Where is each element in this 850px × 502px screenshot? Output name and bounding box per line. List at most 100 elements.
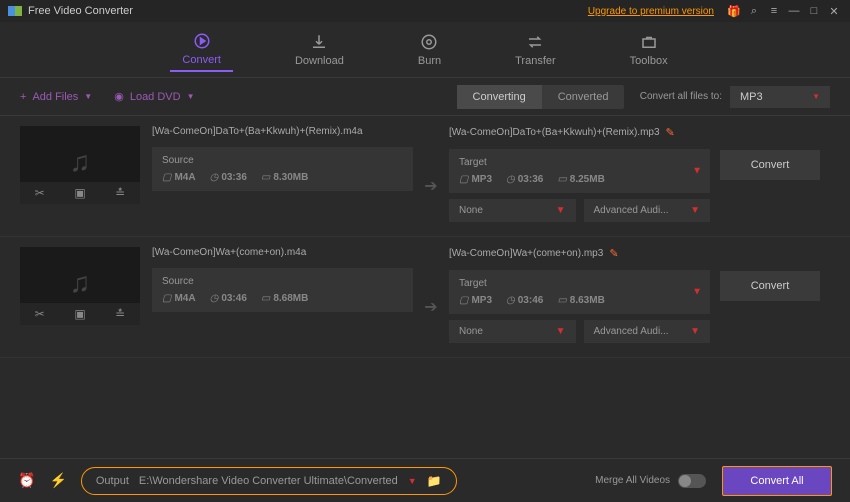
source-label: Source	[162, 155, 403, 166]
subtitle-value: None	[459, 205, 483, 216]
plus-icon: +	[20, 91, 26, 103]
maximize-icon[interactable]: □	[806, 3, 822, 19]
target-duration: 03:46	[518, 295, 544, 306]
convert-icon	[193, 32, 211, 50]
effects-icon[interactable]: ≛	[115, 307, 125, 321]
file-list: ♫ ✂ ▣ ≛ [Wa-ComeOn]DaTo+(Ba+Kkwuh)+(Remi…	[0, 116, 850, 358]
audio-select[interactable]: Advanced Audi... ▼	[584, 320, 711, 343]
source-duration: 03:46	[221, 293, 247, 304]
folder-open-icon[interactable]: 📁	[427, 474, 442, 488]
chevron-down-icon: ▼	[84, 92, 92, 101]
music-icon: ♫	[70, 146, 91, 178]
target-options: None ▼ Advanced Audi... ▼	[449, 199, 710, 222]
app-title: Free Video Converter	[28, 5, 588, 17]
file-icon: ▢	[459, 295, 468, 306]
edit-icon[interactable]: ✎	[609, 247, 618, 260]
trim-icon[interactable]: ✂	[35, 186, 45, 200]
target-size: 8.25MB	[570, 174, 605, 185]
upgrade-link[interactable]: Upgrade to premium version	[588, 6, 714, 17]
convert-all-format-select[interactable]: MP3 ▼	[730, 86, 830, 108]
tab-converted[interactable]: Converted	[542, 85, 625, 109]
burn-icon	[420, 33, 438, 51]
nav-download[interactable]: Download	[283, 29, 356, 71]
file-row: ♫ ✂ ▣ ≛ [Wa-ComeOn]Wa+(come+on).m4a Sour…	[0, 237, 850, 358]
chevron-down-icon: ▼	[812, 92, 820, 101]
effects-icon[interactable]: ≛	[115, 186, 125, 200]
source-meta: ▢M4A ◷03:46 ▭8.68MB	[162, 293, 403, 304]
folder-icon: ▭	[557, 174, 566, 185]
source-size: 8.68MB	[273, 293, 308, 304]
target-format: MP3	[471, 174, 492, 185]
close-icon[interactable]: ✕	[826, 3, 842, 19]
source-panel: Source ▢M4A ◷03:36 ▭8.30MB	[152, 147, 413, 191]
nav-label: Toolbox	[630, 55, 668, 67]
chevron-down-icon: ▼	[690, 205, 700, 216]
source-duration: 03:36	[221, 172, 247, 183]
convert-button[interactable]: Convert	[720, 271, 820, 301]
convert-button[interactable]: Convert	[720, 150, 820, 180]
subtitle-select[interactable]: None ▼	[449, 199, 576, 222]
target-panel[interactable]: Target ▢MP3 ◷03:36 ▭8.25MB ▼	[449, 149, 710, 193]
target-filename: [Wa-ComeOn]DaTo+(Ba+Kkwuh)+(Remix).mp3	[449, 127, 660, 138]
download-icon	[310, 33, 328, 51]
edit-icon[interactable]: ✎	[666, 126, 675, 139]
output-path: E:\Wondershare Video Converter Ultimate\…	[139, 475, 398, 487]
audio-value: Advanced Audi...	[594, 205, 669, 216]
audio-value: Advanced Audi...	[594, 326, 669, 337]
clock-icon: ◷	[506, 295, 515, 306]
chevron-down-icon: ▼	[556, 326, 566, 337]
nav-burn[interactable]: Burn	[406, 29, 453, 71]
chevron-down-icon: ▼	[556, 205, 566, 216]
chevron-down-icon: ▼	[187, 92, 195, 101]
merge-toggle-group: Merge All Videos	[595, 474, 706, 488]
trim-icon[interactable]: ✂	[35, 307, 45, 321]
clock-icon: ◷	[506, 174, 515, 185]
chevron-down-icon[interactable]: ▼	[692, 287, 702, 298]
thumb-tools: ✂ ▣ ≛	[20, 182, 140, 204]
clock-icon: ◷	[210, 293, 219, 304]
timer-icon[interactable]: ⏰	[18, 472, 35, 489]
nav-transfer[interactable]: Transfer	[503, 29, 568, 71]
output-label: Output	[96, 475, 129, 487]
audio-select[interactable]: Advanced Audi... ▼	[584, 199, 711, 222]
disc-icon: ◉	[114, 90, 124, 103]
nav-label: Convert	[182, 54, 221, 66]
target-options: None▼ Advanced Audi... ▼	[449, 320, 710, 343]
action-column: Convert	[720, 247, 830, 343]
subtitle-select[interactable]: None▼	[449, 320, 576, 343]
main-nav: Convert Download Burn Transfer Toolbox	[0, 22, 850, 78]
source-column: [Wa-ComeOn]DaTo+(Ba+Kkwuh)+(Remix).m4a S…	[152, 126, 413, 222]
convert-all-button[interactable]: Convert All	[722, 466, 832, 496]
load-dvd-button[interactable]: ◉ Load DVD ▼	[114, 90, 194, 103]
tab-converting[interactable]: Converting	[457, 85, 542, 109]
minimize-icon[interactable]: —	[786, 3, 802, 19]
speed-icon[interactable]: ⚡	[49, 472, 66, 489]
chevron-down-icon: ▼	[690, 326, 700, 337]
music-icon: ♫	[70, 267, 91, 299]
nav-convert[interactable]: Convert	[170, 28, 233, 72]
folder-icon: ▭	[261, 293, 270, 304]
nav-label: Burn	[418, 55, 441, 67]
add-files-button[interactable]: + Add Files ▼	[20, 91, 92, 103]
gift-icon[interactable]: 🎁	[726, 3, 742, 19]
source-size: 8.30MB	[273, 172, 308, 183]
crop-icon[interactable]: ▣	[74, 307, 85, 321]
chevron-down-icon[interactable]: ▼	[408, 476, 417, 486]
format-value: MP3	[740, 91, 763, 103]
crop-icon[interactable]: ▣	[74, 186, 85, 200]
thumbnail: ♫ ✂ ▣ ≛	[20, 126, 140, 204]
merge-toggle[interactable]	[678, 474, 706, 488]
chevron-down-icon[interactable]: ▼	[692, 166, 702, 177]
arrow-icon: ➔	[413, 126, 449, 222]
nav-toolbox[interactable]: Toolbox	[618, 29, 680, 71]
target-label: Target	[459, 157, 700, 168]
target-format: MP3	[471, 295, 492, 306]
file-icon: ▢	[162, 293, 171, 304]
search-icon[interactable]: ⌕	[746, 3, 762, 19]
arrow-icon: ➔	[413, 247, 449, 343]
folder-icon: ▭	[261, 172, 270, 183]
target-panel[interactable]: Target ▢MP3 ◷03:46 ▭8.63MB ▼	[449, 270, 710, 314]
menu-icon[interactable]: ≡	[766, 3, 782, 19]
target-duration: 03:36	[518, 174, 544, 185]
target-label: Target	[459, 278, 700, 289]
